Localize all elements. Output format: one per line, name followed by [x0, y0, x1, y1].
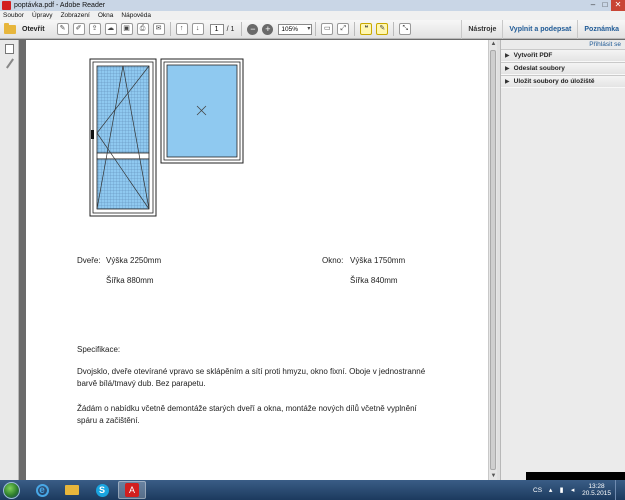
- tray-arrow-icon[interactable]: ▴: [547, 487, 554, 494]
- door-window-drawing: [89, 58, 244, 217]
- create-pdf-label: Vytvořit PDF: [513, 52, 553, 59]
- network-icon[interactable]: ▮: [558, 487, 565, 494]
- full-screen-icon[interactable]: ⤢: [337, 23, 350, 35]
- comment-icon[interactable]: ❝: [360, 23, 373, 35]
- window-width: Šířka 840mm: [350, 276, 398, 285]
- taskbar-internet-explorer[interactable]: e: [28, 481, 56, 499]
- taskbar-skype[interactable]: S: [88, 481, 116, 499]
- highlight-icon[interactable]: ✎: [376, 23, 389, 35]
- menu-okna[interactable]: Okna: [98, 12, 114, 19]
- spec-heading: Specifikace:: [77, 345, 121, 354]
- window-label: Okno:: [322, 256, 344, 265]
- door-upper-glass: [96, 65, 150, 154]
- signatures-icon[interactable]: [5, 58, 14, 70]
- window-height: Výška 1750mm: [350, 256, 406, 265]
- folder-open-icon: [4, 22, 16, 34]
- menu-upravy[interactable]: Úpravy: [32, 12, 53, 19]
- send-files-label: Odeslat soubory: [513, 65, 565, 72]
- expand-triangle-icon: ▶: [505, 79, 510, 85]
- open-button[interactable]: Otevřít: [0, 22, 45, 34]
- volume-icon[interactable]: ◂: [569, 487, 576, 494]
- main-toolbar: Otevřít ✎ ✐ ⇪ ☁ ▣ ⎙ ✉ ↑ ↓ 1 / 1 − + 105%…: [0, 19, 625, 39]
- taskbar-explorer[interactable]: [58, 481, 86, 499]
- next-page-icon[interactable]: ↓: [191, 23, 204, 35]
- window-title: poptávka.pdf - Adobe Reader: [14, 2, 106, 9]
- expand-triangle-icon: ▶: [505, 53, 510, 59]
- export-pdf-icon[interactable]: ⇪: [88, 23, 101, 35]
- internet-explorer-icon: e: [35, 483, 49, 497]
- open-button-label: Otevřít: [22, 25, 45, 33]
- previous-page-icon[interactable]: ↑: [175, 23, 188, 35]
- start-button[interactable]: [3, 481, 20, 499]
- title-bar: poptávka.pdf - Adobe Reader – □ ✕: [0, 0, 625, 11]
- store-files-label: Uložit soubory do úložiště: [513, 78, 595, 85]
- tools-tab[interactable]: Nástroje: [461, 19, 502, 39]
- expand-icon[interactable]: ⤡: [399, 23, 412, 35]
- menu-zobrazeni[interactable]: Zobrazení: [61, 12, 90, 19]
- page-number-input[interactable]: 1: [209, 23, 224, 35]
- left-navigation-panel: [0, 40, 19, 480]
- menu-soubor[interactable]: Soubor: [3, 12, 24, 19]
- vertical-scrollbar[interactable]: ▲ ▼: [488, 40, 497, 480]
- pdf-page: Dveře: Výška 2250mm Šířka 880mm Okno: Vý…: [26, 40, 488, 480]
- folder-icon: [65, 485, 79, 495]
- right-task-panel: Přihlásit se ▶ Vytvořit PDF ▶ Odeslat so…: [500, 40, 625, 480]
- door-handle: [91, 130, 94, 139]
- scrollbar-thumb[interactable]: [490, 50, 496, 470]
- store-files-item[interactable]: ▶ Uložit soubory do úložiště: [501, 75, 625, 88]
- clock-time: 13:28: [588, 483, 605, 490]
- upload-icon[interactable]: ☁: [104, 23, 117, 35]
- expand-triangle-icon: ▶: [505, 66, 510, 72]
- zoom-in-icon[interactable]: +: [262, 23, 274, 35]
- toolbar-separator: [393, 22, 395, 36]
- spec-paragraph-2: Žádám o nabídku včetně demontáže starých…: [77, 404, 417, 425]
- print-icon[interactable]: ⎙: [136, 23, 149, 35]
- minimize-button[interactable]: –: [587, 0, 599, 11]
- language-indicator[interactable]: CS: [533, 487, 542, 494]
- fit-page-icon[interactable]: ▭: [321, 23, 334, 35]
- spec-paragraph-1: Dvojsklo, dveře otevírané vpravo se sklá…: [77, 367, 426, 388]
- menu-napoveda[interactable]: Nápověda: [121, 12, 151, 19]
- zoom-select[interactable]: 105%: [278, 23, 313, 35]
- zoom-out-icon[interactable]: −: [247, 23, 259, 35]
- fill-and-sign-tab[interactable]: Vyplnit a podepsat: [502, 19, 577, 39]
- toolbar-separator: [354, 22, 356, 36]
- door-height: Výška 2250mm: [106, 256, 162, 265]
- door-label: Dveře:: [77, 256, 101, 265]
- window-controls: – □ ✕: [587, 0, 625, 11]
- adobe-reader-icon: [2, 1, 11, 10]
- send-files-item[interactable]: ▶ Odeslat soubory: [501, 62, 625, 75]
- page-thumbnails-icon[interactable]: [4, 44, 14, 54]
- show-desktop-button[interactable]: [615, 480, 621, 500]
- system-tray: CS ▴ ▮ ◂ 13:28 20.5.2015: [533, 480, 625, 500]
- save-icon[interactable]: ▣: [120, 23, 133, 35]
- maximize-button[interactable]: □: [599, 0, 611, 11]
- toolbar-separator: [315, 22, 317, 36]
- email-icon[interactable]: ✉: [152, 23, 165, 35]
- document-area: Dveře: Výška 2250mm Šířka 880mm Okno: Vý…: [19, 40, 488, 480]
- create-pdf-icon[interactable]: ✎: [56, 23, 69, 35]
- adobe-reader-icon: A: [125, 483, 139, 497]
- toolbar-separator: [169, 22, 171, 36]
- edit-pdf-icon[interactable]: ✐: [72, 23, 85, 35]
- sign-in-link[interactable]: Přihlásit se: [501, 40, 625, 49]
- clock[interactable]: 13:28 20.5.2015: [582, 483, 611, 497]
- close-button[interactable]: ✕: [611, 0, 625, 11]
- comment-tab[interactable]: Poznámka: [577, 19, 625, 39]
- clock-date: 20.5.2015: [582, 490, 611, 497]
- create-pdf-item[interactable]: ▶ Vytvořit PDF: [501, 49, 625, 62]
- skype-icon: S: [95, 483, 109, 497]
- windows-taskbar: e S A CS ▴ ▮ ◂ 13:28 20.5.2015: [0, 480, 625, 500]
- status-strip: [526, 472, 625, 480]
- toolbar-separator: [241, 22, 243, 36]
- page-total: / 1: [226, 25, 235, 33]
- door-width: Šířka 880mm: [106, 276, 154, 285]
- taskbar-adobe-reader[interactable]: A: [118, 481, 146, 499]
- toolbar-right-tabs: Nástroje Vyplnit a podepsat Poznámka: [461, 19, 625, 39]
